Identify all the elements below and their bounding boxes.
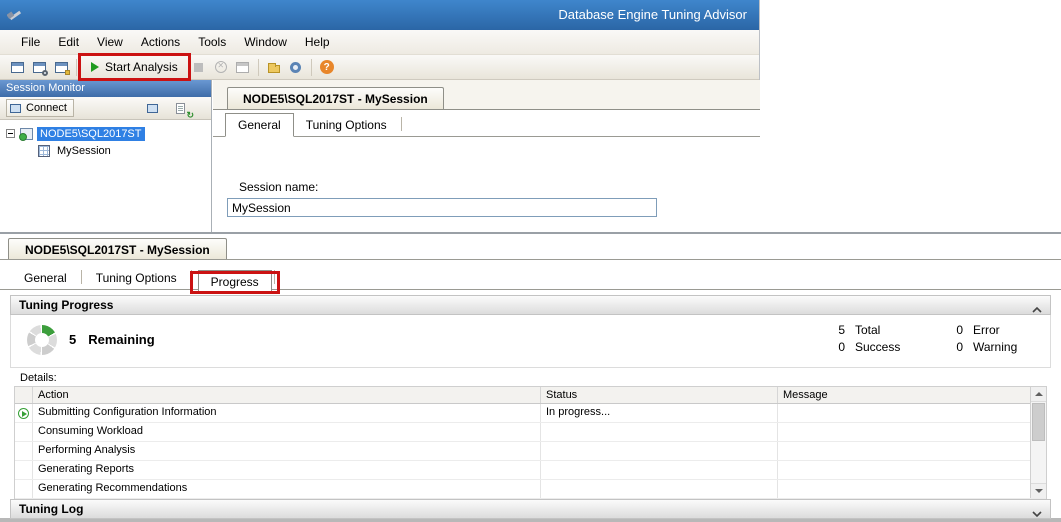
- column-header-status[interactable]: Status: [541, 387, 778, 403]
- stop-analysis-icon[interactable]: [188, 57, 210, 77]
- document-area: NODE5\SQL2017ST - MySession General Tuni…: [213, 80, 760, 232]
- column-header-action[interactable]: Action: [33, 387, 541, 403]
- row-selector-header[interactable]: [15, 387, 33, 403]
- session-properties-icon[interactable]: [50, 57, 72, 77]
- start-analysis-button[interactable]: Start Analysis: [83, 57, 186, 77]
- screen: { "top_window": { "title": "Database Eng…: [0, 0, 1061, 522]
- toolbar-divider: [311, 59, 312, 76]
- tab-tuning-options[interactable]: Tuning Options: [294, 114, 399, 136]
- vertical-scrollbar[interactable]: [1030, 387, 1046, 498]
- expand-chevron-icon[interactable]: [1032, 505, 1042, 513]
- stat-total: 5 Total: [833, 322, 951, 339]
- import-session-icon[interactable]: [263, 57, 285, 77]
- table-row[interactable]: Consuming Workload: [15, 423, 1046, 442]
- scroll-up-icon[interactable]: [1031, 387, 1046, 402]
- titlebar: Database Engine Tuning Advisor: [0, 0, 759, 30]
- tuning-log-header[interactable]: Tuning Log: [10, 499, 1051, 519]
- grid-header: Action Status Message: [15, 387, 1046, 404]
- session-label[interactable]: MySession: [54, 144, 114, 158]
- tree-item-session[interactable]: MySession: [0, 142, 211, 159]
- toolbar-divider: [258, 59, 259, 76]
- menu-edit[interactable]: Edit: [49, 31, 88, 53]
- server-icon: [20, 128, 33, 140]
- tuning-advisor-window: Database Engine Tuning Advisor File Edit…: [0, 0, 760, 232]
- session-monitor-toolbar: Connect ↻: [0, 97, 211, 120]
- details-label: Details:: [20, 372, 57, 384]
- table-row[interactable]: Generating Recommendations: [15, 480, 1046, 499]
- remaining-count: 5: [69, 332, 76, 347]
- tab-tuning-options[interactable]: Tuning Options: [84, 267, 189, 289]
- table-row[interactable]: Submitting Configuration Information In …: [15, 404, 1046, 423]
- connect-label: Connect: [26, 102, 67, 114]
- progress-spinner-icon: [27, 325, 57, 355]
- tuning-log-title: Tuning Log: [19, 502, 83, 516]
- cancel-analysis-icon[interactable]: [210, 57, 232, 77]
- start-analysis-play-icon: [91, 62, 99, 72]
- tab-strip: General Tuning Options: [213, 110, 760, 137]
- progress-stats: 5 Total 0 Error 0 Success 0 Warning: [833, 322, 1061, 356]
- tree-expander-icon[interactable]: [6, 129, 15, 138]
- scrollbar-thumb[interactable]: [1032, 403, 1045, 441]
- start-analysis-label: Start Analysis: [105, 60, 178, 74]
- app-icon: [7, 7, 23, 23]
- disconnect-icon[interactable]: [141, 98, 163, 118]
- export-session-icon[interactable]: [285, 57, 307, 77]
- progress-summary: 5 Remaining 5 Total 0 Error 0 Success 0 …: [10, 315, 1051, 368]
- remaining-label: Remaining: [88, 332, 154, 347]
- tab-progress[interactable]: Progress: [198, 270, 272, 294]
- tab-general[interactable]: General: [12, 267, 79, 289]
- scroll-down-icon[interactable]: [1031, 483, 1046, 498]
- divider: [191, 270, 192, 284]
- session-monitor-title: Session Monitor: [0, 80, 211, 97]
- menubar: File Edit View Actions Tools Window Help: [0, 30, 759, 55]
- divider: [81, 270, 82, 284]
- new-session-icon[interactable]: [6, 57, 28, 77]
- progress-details-grid: Action Status Message Submitting Configu…: [14, 386, 1047, 499]
- in-progress-icon: [18, 408, 29, 419]
- tab-general[interactable]: General: [225, 113, 294, 137]
- server-label[interactable]: NODE5\SQL2017ST: [37, 127, 145, 141]
- session-name-input[interactable]: [227, 198, 657, 217]
- session-tree: NODE5\SQL2017ST MySession: [0, 120, 211, 231]
- toolbar: Start Analysis: [0, 55, 759, 80]
- session-monitor-panel: Session Monitor Connect ↻ NODE5\SQL2017S…: [0, 80, 212, 232]
- tab-strip: General Tuning Options Progress: [0, 260, 1061, 290]
- refresh-icon[interactable]: ↻: [169, 98, 191, 118]
- session-name-label: Session name:: [239, 180, 318, 194]
- clone-session-icon[interactable]: [232, 57, 254, 77]
- stat-success: 0 Success: [833, 339, 951, 356]
- help-icon[interactable]: [316, 57, 338, 77]
- menu-file[interactable]: File: [12, 31, 49, 53]
- table-row[interactable]: Performing Analysis: [15, 442, 1046, 461]
- tree-item-server[interactable]: NODE5\SQL2017ST: [0, 125, 211, 142]
- divider: [401, 117, 402, 131]
- tuning-progress-header[interactable]: Tuning Progress: [10, 295, 1051, 315]
- open-session-icon[interactable]: [28, 57, 50, 77]
- menu-actions[interactable]: Actions: [132, 31, 189, 53]
- window-title: Database Engine Tuning Advisor: [558, 7, 747, 22]
- stat-error: 0 Error: [951, 322, 1061, 339]
- document-tab[interactable]: NODE5\SQL2017ST - MySession: [227, 87, 444, 109]
- menu-window[interactable]: Window: [235, 31, 296, 53]
- menu-help[interactable]: Help: [296, 31, 339, 53]
- connect-button[interactable]: Connect: [6, 99, 74, 117]
- session-icon: [38, 145, 50, 157]
- session-progress-window: NODE5\SQL2017ST - MySession General Tuni…: [0, 232, 1061, 522]
- connect-icon: [10, 104, 21, 113]
- column-header-message[interactable]: Message: [778, 387, 1016, 403]
- toolbar-divider: [76, 59, 77, 76]
- menu-view[interactable]: View: [88, 31, 132, 53]
- tuning-progress-title: Tuning Progress: [19, 298, 113, 312]
- stat-warning: 0 Warning: [951, 339, 1061, 356]
- table-row[interactable]: Generating Reports: [15, 461, 1046, 480]
- menu-tools[interactable]: Tools: [189, 31, 235, 53]
- document-tab[interactable]: NODE5\SQL2017ST - MySession: [8, 238, 227, 259]
- divider: [274, 270, 275, 284]
- collapse-chevron-icon[interactable]: [1032, 301, 1042, 309]
